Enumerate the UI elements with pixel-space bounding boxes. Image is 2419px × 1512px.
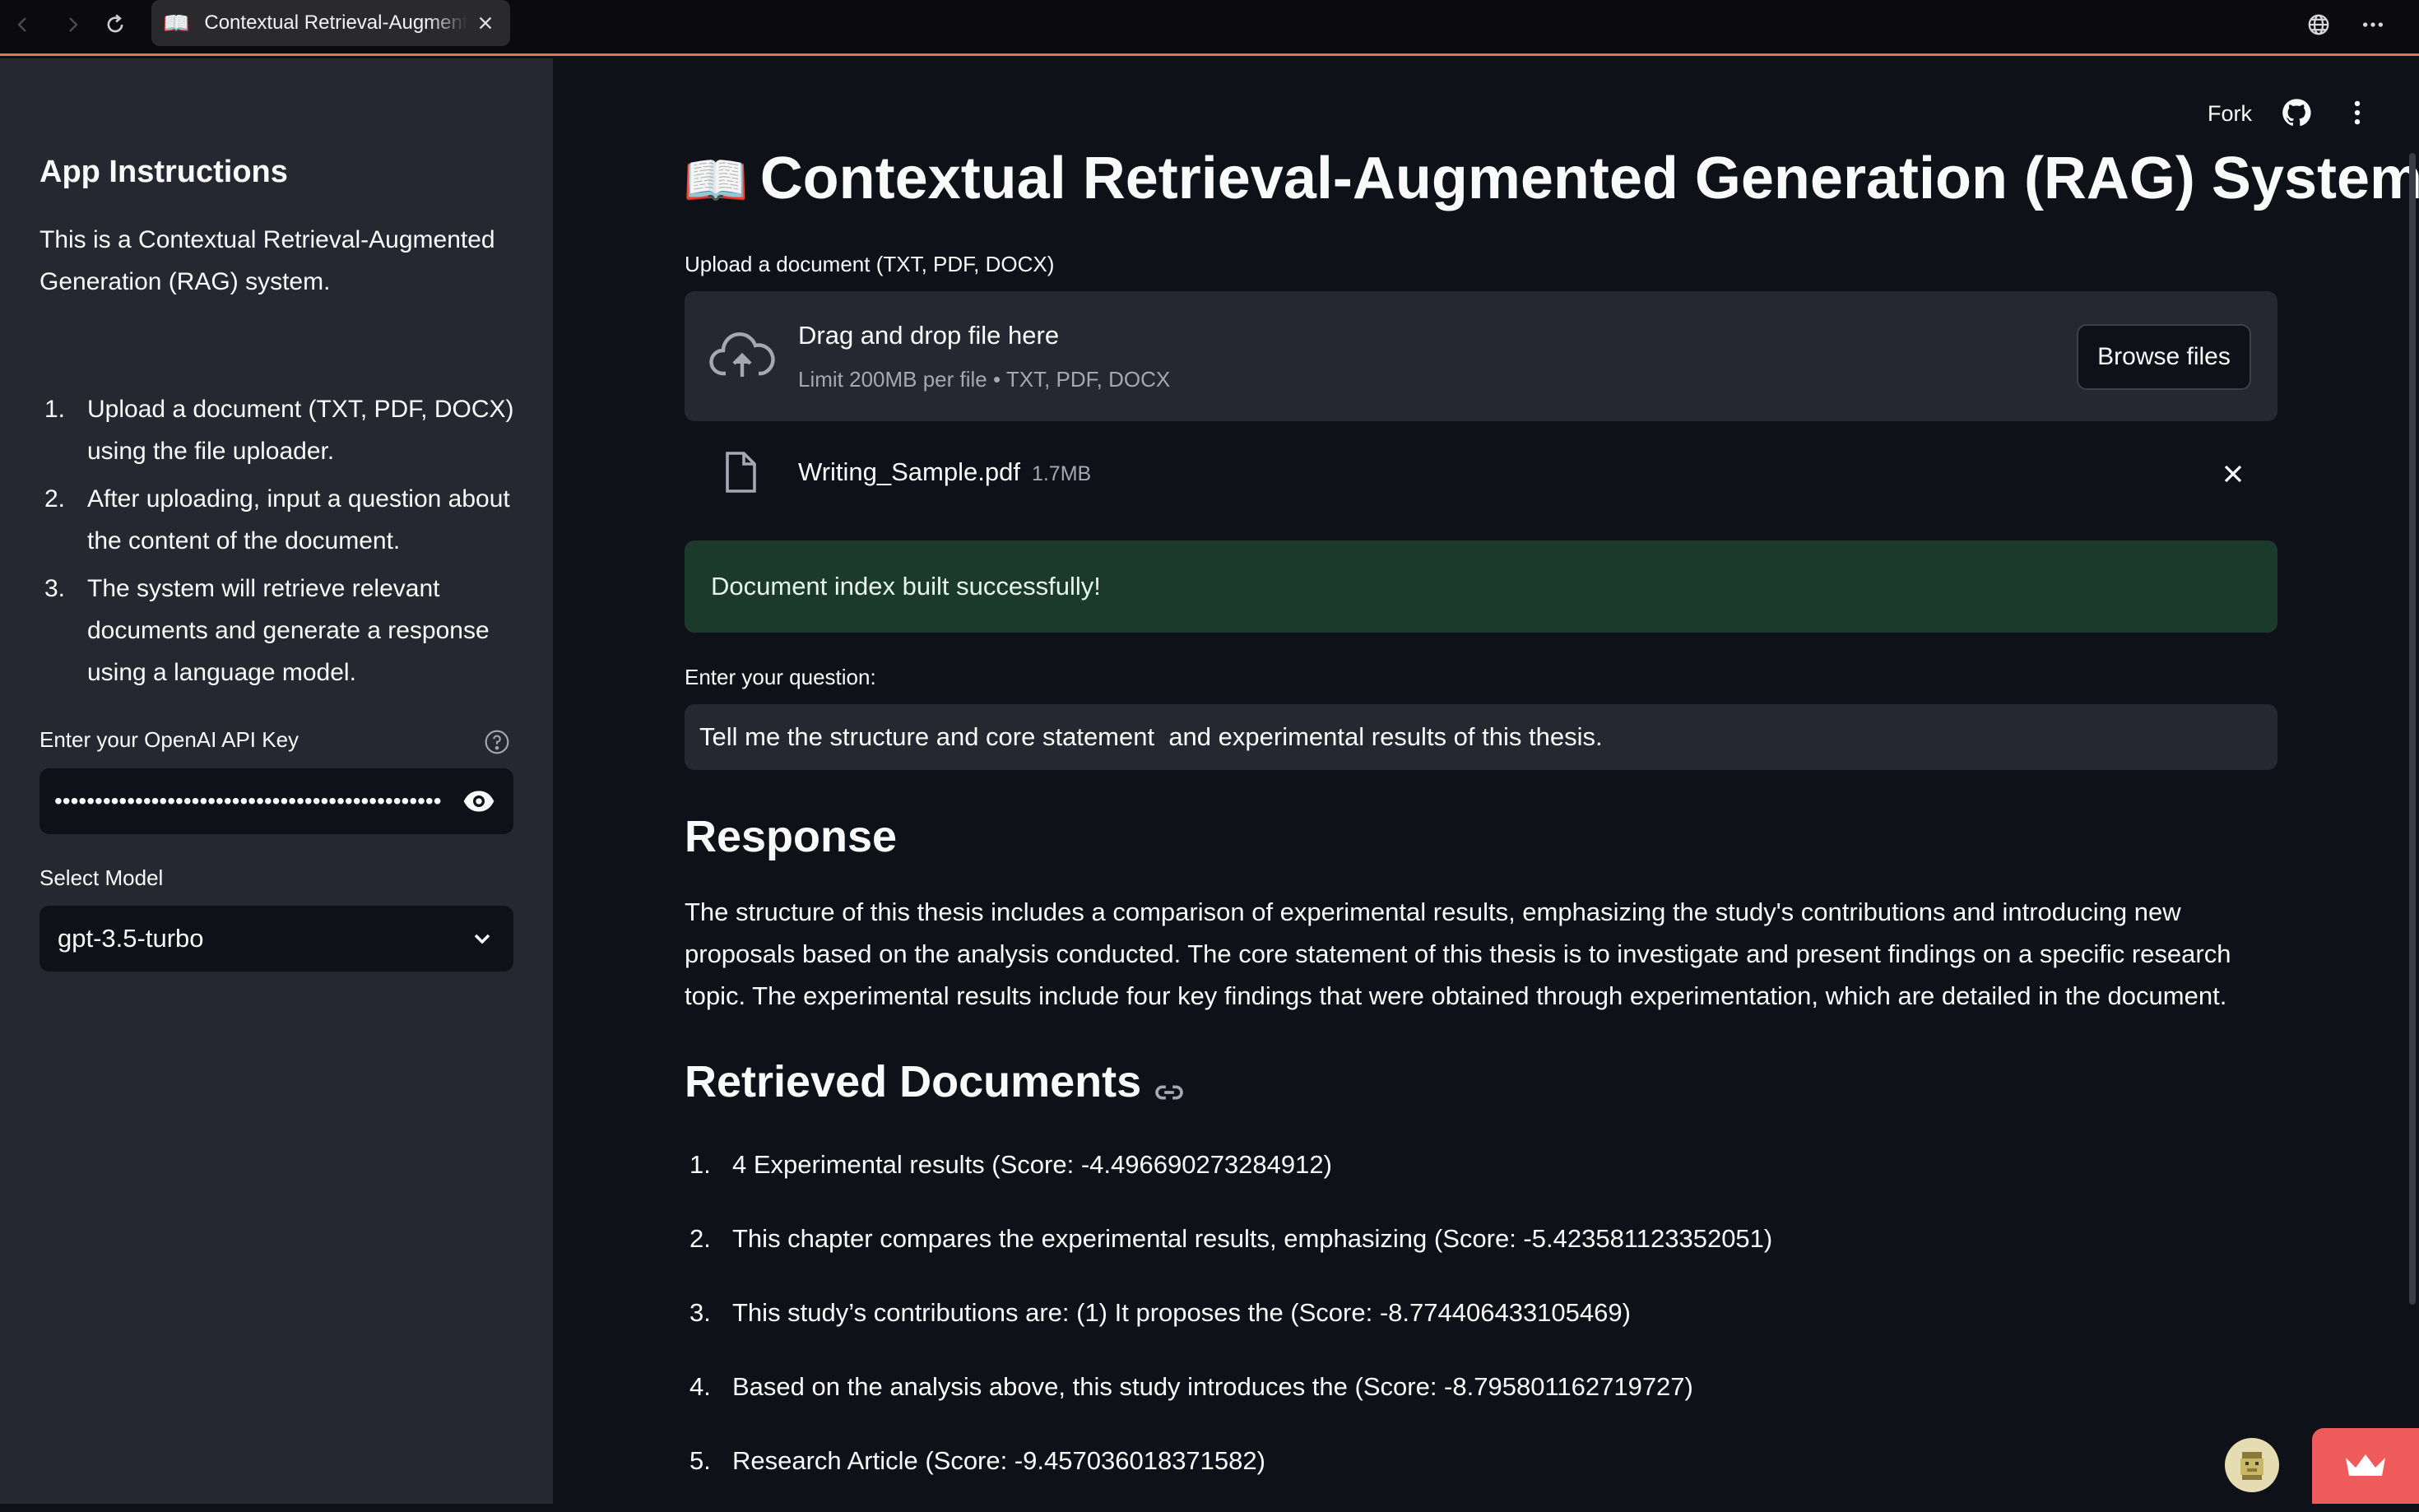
- question-label: Enter your question:: [685, 665, 876, 689]
- api-key-field[interactable]: [39, 768, 513, 834]
- crown-icon[interactable]: [2312, 1428, 2419, 1504]
- list-text: Upload a document (TXT, PDF, DOCX) using…: [87, 396, 514, 465]
- list-text: After uploading, input a question about …: [87, 485, 510, 554]
- question-circle-icon[interactable]: [484, 729, 510, 755]
- file-icon: [722, 451, 759, 494]
- close-icon[interactable]: [2218, 459, 2248, 489]
- list-number: 1.: [44, 396, 66, 423]
- browser-chrome: 📖 Contextual Retrieval-Augmented Generat…: [0, 0, 2419, 56]
- dropzone-subtitle: Limit 200MB per file • TXT, PDF, DOCX: [798, 367, 1171, 392]
- cloud-upload-icon: [709, 329, 775, 382]
- list-number: 3.: [44, 575, 66, 602]
- avatar[interactable]: [2225, 1438, 2279, 1492]
- dropzone-title: Drag and drop file here: [798, 321, 1060, 350]
- list-item: 5. Research Article (Score: -9.4570360183…: [685, 1438, 2248, 1512]
- doc-text: 4 Experimental results (Score: -4.496690…: [732, 1150, 1332, 1179]
- link-icon[interactable]: [1153, 1069, 1186, 1102]
- list-number: 5.: [689, 1446, 711, 1475]
- scrollbar[interactable]: [2409, 153, 2416, 1305]
- instructions-list: 1. Upload a document (TXT, PDF, DOCX) usi…: [39, 388, 517, 699]
- list-number: 1.: [689, 1150, 711, 1179]
- list-number: 2.: [689, 1224, 711, 1253]
- model-select[interactable]: gpt-3.5-turbo: [39, 906, 513, 972]
- retrieved-heading-text: Retrieved Documents: [685, 1057, 1142, 1106]
- browser-tab[interactable]: 📖 Contextual Retrieval-Augmented Generat…: [151, 0, 510, 46]
- list-item: 3. This study’s contributions are: (1) It…: [685, 1290, 2248, 1364]
- sidebar-title: App Instructions: [39, 155, 288, 189]
- github-icon[interactable]: [2281, 97, 2312, 128]
- browse-files-button[interactable]: Browse files: [2077, 324, 2251, 390]
- list-item: 3. The system will retrieve relevant docu…: [39, 568, 517, 693]
- file-size: 1.7MB: [1031, 462, 1092, 485]
- list-item: 2. After uploading, input a question abou…: [39, 478, 517, 562]
- page-title-text: Contextual Retrieval-Augmented Generatio…: [759, 146, 2419, 211]
- book-icon: 📖: [683, 151, 749, 210]
- doc-text: Research Article (Score: -9.457036018371…: [732, 1446, 1265, 1475]
- model-label: Select Model: [39, 865, 164, 890]
- list-number: 4.: [689, 1372, 711, 1401]
- list-item: 2. This chapter compares the experimental…: [685, 1216, 2248, 1290]
- list-item: 1. 4 Experimental results (Score: -4.4966…: [685, 1142, 2248, 1216]
- book-icon: 📖: [163, 10, 190, 35]
- file-dropzone[interactable]: Drag and drop file here Limit 200MB per …: [685, 291, 2277, 421]
- retrieved-heading: Retrieved Documents: [685, 1056, 1186, 1107]
- file-name: Writing_Sample.pdf: [798, 457, 1020, 486]
- question-field[interactable]: [685, 704, 2277, 770]
- vertical-dots-icon[interactable]: [2342, 97, 2373, 128]
- eye-icon[interactable]: [459, 782, 499, 821]
- response-text: The structure of this thesis includes a …: [685, 897, 2231, 1010]
- model-selected-value: gpt-3.5-turbo: [58, 924, 204, 953]
- list-number: 3.: [689, 1298, 711, 1327]
- doc-text: Based on the analysis above, this study …: [732, 1372, 1693, 1401]
- list-text: The system will retrieve relevant docume…: [87, 575, 490, 686]
- back-icon[interactable]: [7, 8, 39, 41]
- success-alert: Document index built successfully!: [685, 540, 2277, 633]
- page-title: 📖 Contextual Retrieval-Augmented Generati…: [683, 145, 2419, 212]
- sidebar-intro: This is a Contextual Retrieval-Augmented…: [39, 226, 495, 295]
- uploaded-file: Writing_Sample.pdf 1.7MB: [685, 444, 2277, 502]
- retrieved-docs-list: 1. 4 Experimental results (Score: -4.4966…: [685, 1142, 2248, 1512]
- question-input[interactable]: [699, 722, 2277, 752]
- ellipsis-icon[interactable]: [2356, 8, 2389, 41]
- fork-button[interactable]: Fork: [2208, 101, 2252, 127]
- api-key-label: Enter your OpenAI API Key: [39, 727, 299, 752]
- list-item: 1. Upload a document (TXT, PDF, DOCX) usi…: [39, 388, 517, 472]
- list-item: 4. Based on the analysis above, this stud…: [685, 1364, 2248, 1438]
- globe-icon[interactable]: [2302, 8, 2335, 41]
- api-key-input[interactable]: [54, 788, 441, 814]
- forward-icon[interactable]: [56, 8, 89, 41]
- file-name-row: Writing_Sample.pdf 1.7MB: [798, 457, 1091, 487]
- list-number: 2.: [44, 485, 66, 513]
- reload-icon[interactable]: [99, 8, 132, 41]
- upload-label: Upload a document (TXT, PDF, DOCX): [685, 252, 1055, 276]
- close-icon[interactable]: [472, 10, 499, 36]
- doc-text: This chapter compares the experimental r…: [732, 1224, 1773, 1253]
- tab-title: Contextual Retrieval-Augmented Generatio…: [204, 12, 468, 34]
- doc-text: This study’s contributions are: (1) It p…: [732, 1298, 1631, 1327]
- response-heading: Response: [685, 812, 898, 861]
- chevron-down-icon: [469, 925, 495, 952]
